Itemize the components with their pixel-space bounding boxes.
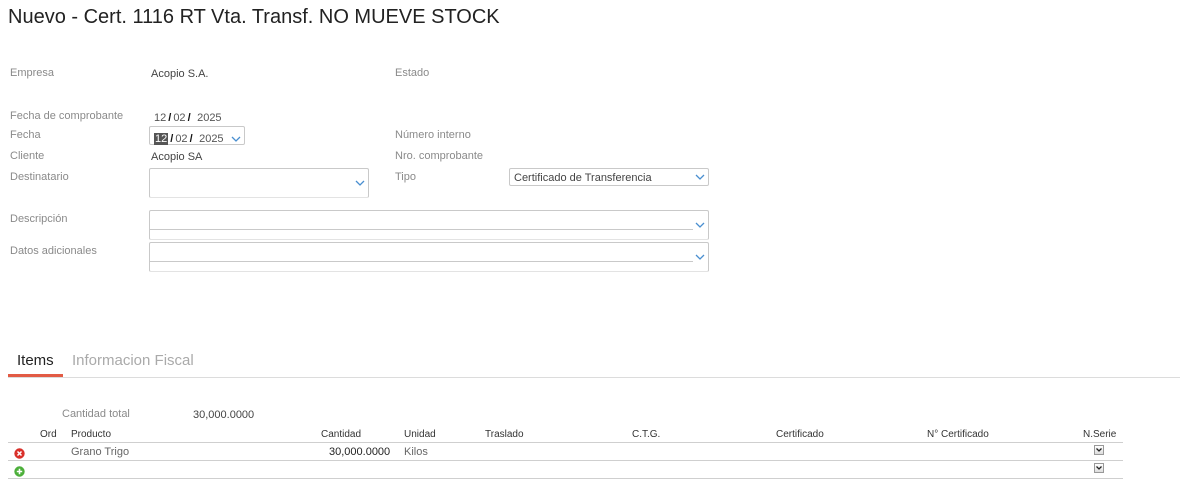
fecha-day[interactable]: 12 [154, 133, 169, 145]
chevron-down-icon[interactable] [695, 222, 705, 230]
column-header-producto: Producto [71, 429, 112, 440]
destinatario-select[interactable] [149, 168, 369, 198]
cliente-label: Cliente [10, 150, 45, 162]
fecha-year[interactable]: 2025 [199, 133, 223, 145]
destinatario-label: Destinatario [10, 171, 69, 183]
tab-items[interactable]: Items [17, 352, 54, 369]
empresa-label: Empresa [10, 67, 55, 79]
descripcion-input[interactable] [149, 210, 709, 240]
tab-informacion-fiscal[interactable]: Informacion Fiscal [72, 352, 194, 369]
empresa-value: Acopio S.A. [151, 68, 209, 80]
page-title: Nuevo - Cert. 1116 RT Vta. Transf. NO MU… [8, 6, 500, 28]
chevron-down-icon[interactable] [355, 180, 365, 188]
fecha-month[interactable]: 02 [175, 133, 187, 145]
table-row-divider [8, 478, 1123, 479]
table-row: Grano Trigo 30,000.0000 Kilos [8, 443, 1123, 460]
column-header-certificado: Certificado [776, 429, 824, 440]
column-header-ctg: C.T.G. [632, 429, 661, 440]
tabs-divider [8, 377, 1180, 378]
datos-adicionales-label: Datos adicionales [10, 245, 97, 257]
fecha-comprobante-value: 12/02/ 2025 [154, 112, 222, 124]
descripcion-label: Descripción [10, 213, 68, 225]
fecha-comprobante-year: 2025 [197, 112, 222, 124]
cell-cantidad[interactable]: 30,000.0000 [329, 446, 390, 458]
field-divider [150, 229, 693, 230]
tipo-select[interactable]: Certificado de Transferencia [509, 168, 709, 186]
cell-unidad[interactable]: Kilos [404, 446, 428, 458]
fecha-comprobante-day: 12 [154, 112, 167, 124]
column-header-unidad: Unidad [404, 429, 436, 440]
fecha-label: Fecha [10, 129, 41, 141]
add-row-icon[interactable] [14, 464, 25, 482]
chevron-down-icon[interactable] [695, 254, 705, 262]
fecha-comprobante-label: Fecha de comprobante [10, 110, 124, 122]
nserie-dropdown[interactable] [1094, 463, 1104, 473]
chevron-down-icon[interactable] [231, 136, 241, 144]
tipo-label: Tipo [395, 171, 416, 183]
cliente-value: Acopio SA [151, 151, 203, 163]
tipo-value: Certificado de Transferencia [514, 172, 652, 184]
column-header-nro-certificado: N° Certificado [927, 429, 989, 440]
column-header-nserie: N.Serie [1083, 429, 1117, 440]
estado-label: Estado [395, 67, 430, 79]
table-row-new [8, 461, 1123, 478]
cantidad-total-value: 30,000.0000 [193, 409, 255, 421]
nserie-dropdown[interactable] [1094, 445, 1104, 455]
cantidad-total-label: Cantidad total [62, 408, 130, 420]
chevron-down-icon[interactable] [695, 174, 705, 182]
column-header-traslado: Traslado [485, 429, 524, 440]
fecha-comprobante-month: 02 [173, 112, 186, 124]
field-divider [150, 261, 693, 262]
numero-interno-label: Número interno [395, 129, 471, 141]
tab-active-indicator [8, 374, 63, 377]
column-header-cantidad: Cantidad [321, 429, 362, 440]
datos-adicionales-input[interactable] [149, 242, 709, 272]
cell-producto[interactable]: Grano Trigo [71, 446, 129, 458]
column-header-ord: Ord [40, 429, 57, 440]
nro-comprobante-label: Nro. comprobante [395, 150, 484, 162]
fecha-date-input[interactable]: 12/02/ 2025 [149, 126, 245, 145]
